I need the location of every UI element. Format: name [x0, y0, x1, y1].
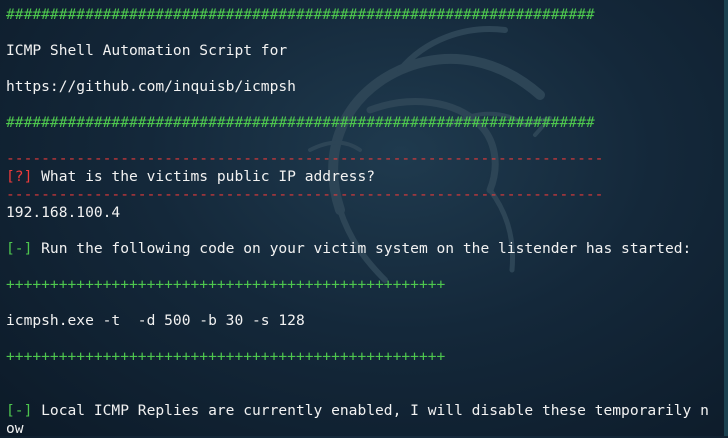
question-line: [?] What is the victims public IP addres… — [6, 168, 728, 186]
info-line-run-code: [-] Run the following code on your victi… — [6, 240, 728, 258]
script-url: https://github.com/inquisb/icmpsh — [6, 78, 296, 95]
hash-rule-bottom: ########################################… — [6, 114, 595, 131]
info-tag: [-] — [6, 240, 33, 257]
info-text: Run the following code on your victim sy… — [32, 240, 692, 257]
hash-rule-top: ########################################… — [6, 6, 595, 23]
question-text: What is the victims public IP address? — [32, 168, 376, 185]
question-tag: [?] — [6, 168, 33, 185]
script-title: ICMP Shell Automation Script for — [6, 42, 288, 59]
victim-command: icmpsh.exe -t -d 500 -b 30 -s 128 — [6, 312, 305, 329]
dash-rule-top: ----------------------------------------… — [6, 150, 604, 167]
ip-answer: 192.168.100.4 — [6, 204, 121, 221]
plus-rule-top: ++++++++++++++++++++++++++++++++++++++++… — [6, 276, 446, 293]
terminal-window[interactable]: ########################################… — [0, 0, 728, 437]
info-tag: [-] — [6, 402, 33, 419]
plus-rule-bottom: ++++++++++++++++++++++++++++++++++++++++… — [6, 348, 446, 365]
dash-rule-bottom: ----------------------------------------… — [6, 186, 604, 203]
window-edge — [724, 0, 728, 436]
wrapped-text: ow — [6, 420, 24, 437]
info-text: Local ICMP Replies are currently enabled… — [32, 402, 709, 419]
info-line-icmp-replies: [-] Local ICMP Replies are currently ena… — [6, 402, 728, 420]
